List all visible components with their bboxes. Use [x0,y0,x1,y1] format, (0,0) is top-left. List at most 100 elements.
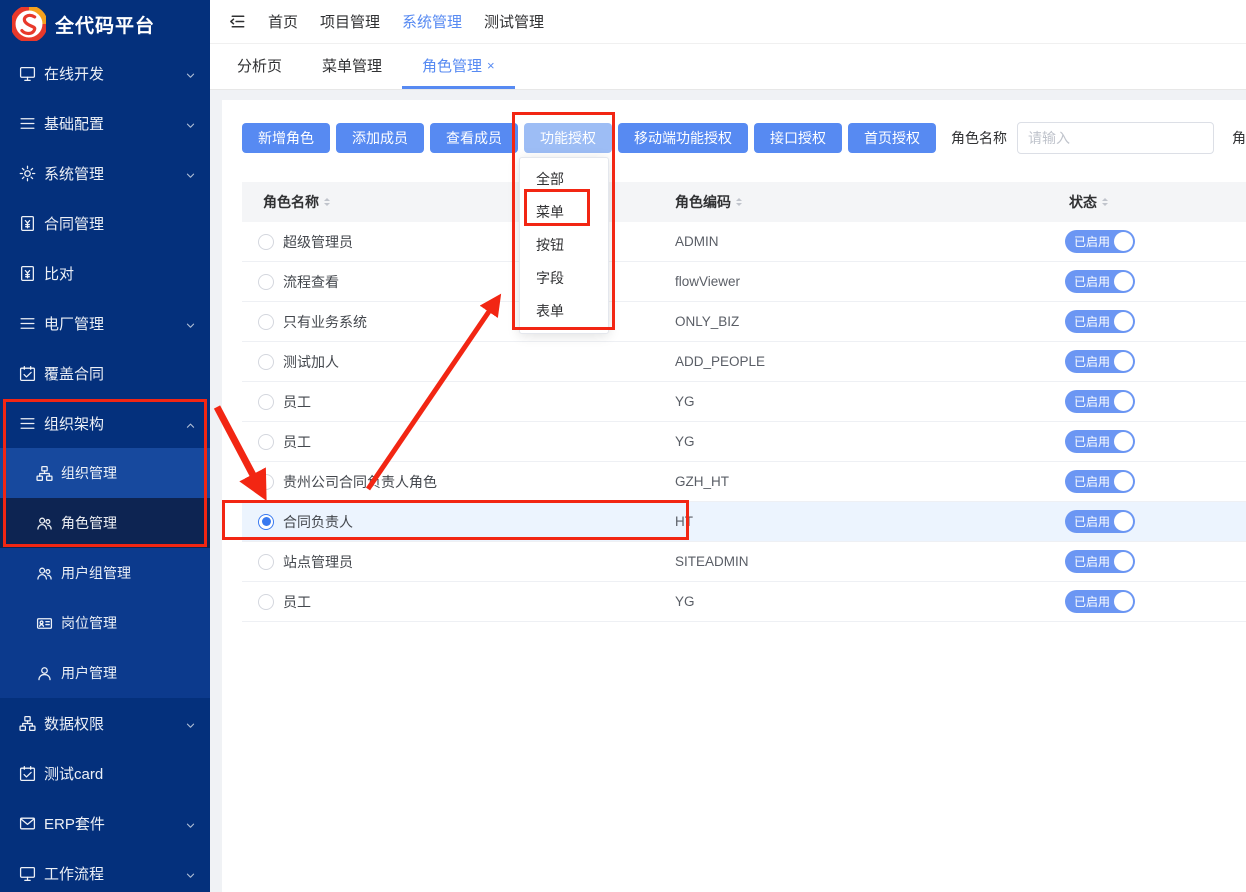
role-code: ADMIN [675,234,1065,249]
table-row[interactable]: 贵州公司合同负责人角色 GZH_HT 已启用 [242,462,1246,502]
role-name: 流程查看 [283,272,339,292]
role-name: 员工 [283,592,311,612]
toolbar-button[interactable]: 查看成员 [430,123,518,153]
role-name: 贵州公司合同负责人角色 [283,472,437,492]
status-toggle[interactable]: 已启用 [1065,310,1135,333]
toolbar-button[interactable]: 添加成员 [336,123,424,153]
row-radio[interactable] [258,594,274,610]
status-label: 已启用 [1074,313,1110,330]
row-radio[interactable] [258,354,274,370]
sidebar-item[interactable]: ERP套件 [0,798,210,848]
status-label: 已启用 [1074,353,1110,370]
status-toggle[interactable]: 已启用 [1065,470,1135,493]
table-row[interactable]: 只有业务系统 ONLY_BIZ 已启用 [242,302,1246,342]
main-area: 首页 项目管理 系统管理 测试管理 分析页菜单管理角色管理× 新增角色添加成员查看成员… [210,0,1246,892]
role-name-input[interactable] [1017,122,1214,154]
table-body: 超级管理员 ADMIN 已启用 流程查看 flowViewer 已启用 只有业务… [242,222,1246,622]
table-row[interactable]: 测试加人 ADD_PEOPLE 已启用 [242,342,1246,382]
top-menu-item[interactable]: 测试管理 [484,11,544,32]
header-status[interactable]: 状态 [1065,192,1246,212]
sort-caret-icon[interactable] [324,198,330,206]
row-radio[interactable] [258,514,274,530]
sidebar-item[interactable]: 测试card [0,748,210,798]
row-radio[interactable] [258,554,274,570]
sidebar-item[interactable]: 比对 [0,248,210,298]
toolbar-button[interactable]: 移动端功能授权 [618,123,748,153]
sidebar-item[interactable]: 在线开发 [0,48,210,98]
status-toggle[interactable]: 已启用 [1065,390,1135,413]
sidebar-item[interactable]: 数据权限 [0,698,210,748]
dropdown-item[interactable]: 表单 [520,295,608,328]
row-radio[interactable] [258,434,274,450]
status-toggle[interactable]: 已启用 [1065,550,1135,573]
row-radio[interactable] [258,274,274,290]
row-radio[interactable] [258,474,274,490]
sidebar-item[interactable]: 基础配置 [0,98,210,148]
role-name: 超级管理员 [283,232,353,252]
role-code: ADD_PEOPLE [675,354,1065,369]
status-toggle[interactable]: 已启用 [1065,590,1135,613]
contract-icon [19,265,36,282]
toggle-knob [1114,552,1133,571]
sidebar-item[interactable]: 电厂管理 [0,298,210,348]
sort-caret-icon[interactable] [1102,198,1108,206]
status-toggle[interactable]: 已启用 [1065,430,1135,453]
role-code: HT [675,514,1065,529]
sidebar-item[interactable]: 角色管理 [0,498,210,548]
monitor-icon [19,65,36,82]
sidebar-item[interactable]: 组织架构 [0,398,210,448]
sidebar-item[interactable]: 系统管理 [0,148,210,198]
toggle-knob [1114,592,1133,611]
status-label: 已启用 [1074,433,1110,450]
role-code: YG [675,434,1065,449]
sidebar-item[interactable]: 用户管理 [0,648,210,698]
close-icon[interactable]: × [487,58,495,73]
table-row[interactable]: 员工 YG 已启用 [242,422,1246,462]
top-menu: 首页 项目管理 系统管理 测试管理 [268,11,566,32]
top-menu-item[interactable]: 项目管理 [320,11,380,32]
toolbar-button[interactable]: 接口授权 [754,123,842,153]
status-toggle[interactable]: 已启用 [1065,230,1135,253]
dropdown-item[interactable]: 按钮 [520,229,608,262]
table-row[interactable]: 流程查看 flowViewer 已启用 [242,262,1246,302]
top-menu-item[interactable]: 系统管理 [402,11,462,32]
top-menu-item[interactable]: 首页 [268,11,298,32]
status-toggle[interactable]: 已启用 [1065,350,1135,373]
row-radio[interactable] [258,394,274,410]
header-role-name[interactable]: 角色名称 [242,192,675,212]
mail-icon [19,815,36,832]
table-row[interactable]: 员工 YG 已启用 [242,582,1246,622]
sidebar-item[interactable]: 覆盖合同 [0,348,210,398]
tab[interactable]: 菜单管理 [302,44,402,89]
status-toggle[interactable]: 已启用 [1065,270,1135,293]
list-icon [19,415,36,432]
sidebar-item[interactable]: 用户组管理 [0,548,210,598]
table-row[interactable]: 员工 YG 已启用 [242,382,1246,422]
sidebar-item[interactable]: 组织管理 [0,448,210,498]
sidebar-item[interactable]: 合同管理 [0,198,210,248]
dropdown-item[interactable]: 字段 [520,262,608,295]
sidebar-item[interactable]: 工作流程 [0,848,210,892]
toolbar-button[interactable]: 新增角色 [242,123,330,153]
toolbar-button[interactable]: 首页授权 [848,123,936,153]
chevron-down-icon [185,68,196,79]
table-row[interactable]: 合同负责人 HT 已启用 [242,502,1246,542]
toolbar-button[interactable]: 功能授权 [524,123,612,153]
header-role-code[interactable]: 角色编码 [675,192,1065,212]
row-radio[interactable] [258,234,274,250]
row-radio[interactable] [258,314,274,330]
roles-table: 角色名称 角色编码 状态 超级管理员 [242,182,1246,622]
calendar-icon [19,765,36,782]
sort-caret-icon[interactable] [736,198,742,206]
dropdown-item[interactable]: 全部 [520,163,608,196]
table-row[interactable]: 超级管理员 ADMIN 已启用 [242,222,1246,262]
status-label: 已启用 [1074,593,1110,610]
table-row[interactable]: 站点管理员 SITEADMIN 已启用 [242,542,1246,582]
dropdown-item[interactable]: 菜单 [520,196,608,229]
list-icon [19,115,36,132]
status-toggle[interactable]: 已启用 [1065,510,1135,533]
tab[interactable]: 角色管理× [402,44,515,89]
menu-fold-icon[interactable] [228,12,247,31]
sidebar-item[interactable]: 岗位管理 [0,598,210,648]
tab[interactable]: 分析页 [217,44,302,89]
